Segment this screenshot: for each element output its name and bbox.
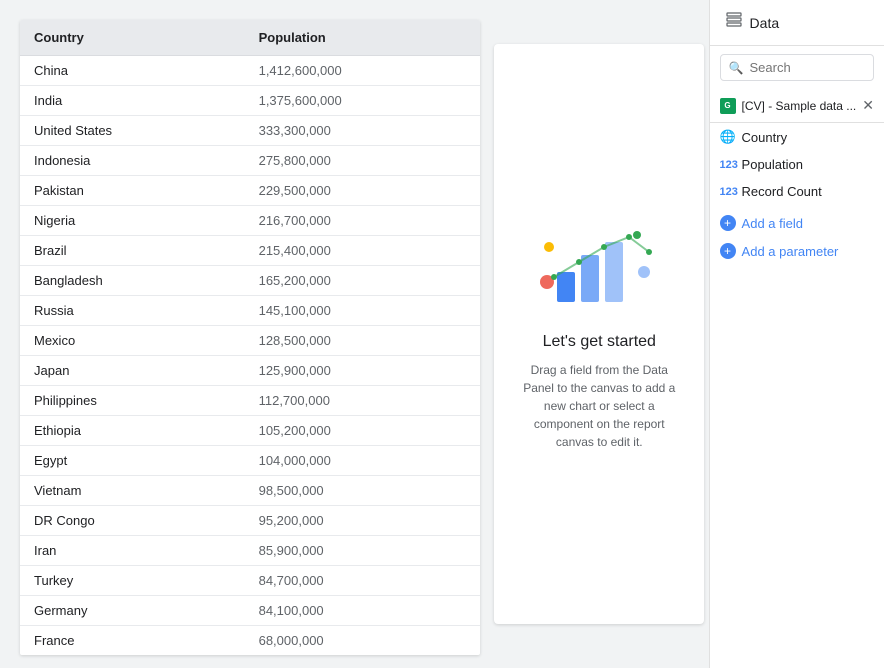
- table-row: DR Congo95,200,000: [20, 506, 480, 536]
- cell-country: Philippines: [20, 386, 245, 416]
- table-row: Germany84,100,000: [20, 596, 480, 626]
- cell-population: 215,400,000: [245, 236, 480, 266]
- cell-population: 84,700,000: [245, 566, 480, 596]
- cell-country: Egypt: [20, 446, 245, 476]
- cell-country: United States: [20, 116, 245, 146]
- data-panel-icon: [726, 12, 742, 33]
- data-source-item[interactable]: G [CV] - Sample data ... ✕: [710, 89, 884, 123]
- field-population[interactable]: 123 Population: [710, 151, 884, 178]
- cell-population: 229,500,000: [245, 176, 480, 206]
- cell-population: 1,412,600,000: [245, 56, 480, 86]
- add-field-icon: +: [720, 215, 736, 231]
- add-field-item[interactable]: + Add a field: [710, 209, 884, 237]
- table-row: France68,000,000: [20, 626, 480, 656]
- table-row: Ethiopia105,200,000: [20, 416, 480, 446]
- cell-country: Pakistan: [20, 176, 245, 206]
- cell-population: 125,900,000: [245, 356, 480, 386]
- numeric-icon-record-count: 123: [720, 186, 736, 198]
- cell-country: Turkey: [20, 566, 245, 596]
- cell-country: Japan: [20, 356, 245, 386]
- table-row: Nigeria216,700,000: [20, 206, 480, 236]
- cell-population: 216,700,000: [245, 206, 480, 236]
- left-panel: Country Population China1,412,600,000Ind…: [0, 0, 490, 668]
- cell-country: Iran: [20, 536, 245, 566]
- table-row: Mexico128,500,000: [20, 326, 480, 356]
- panel-header: Data: [710, 0, 884, 46]
- cell-population: 275,800,000: [245, 146, 480, 176]
- cell-country: Indonesia: [20, 146, 245, 176]
- table-row: Egypt104,000,000: [20, 446, 480, 476]
- add-parameter-icon: +: [720, 243, 736, 259]
- cell-population: 85,900,000: [245, 536, 480, 566]
- add-parameter-item[interactable]: + Add a parameter: [710, 237, 884, 265]
- table-row: Bangladesh165,200,000: [20, 266, 480, 296]
- get-started-title: Let's get started: [543, 333, 656, 351]
- right-panel: Data 🔍 G [CV] - Sample data ... ✕ 🌐 Coun…: [709, 0, 884, 668]
- canvas-area: Let's get started Drag a field from the …: [494, 44, 704, 624]
- cell-country: China: [20, 56, 245, 86]
- cell-country: Brazil: [20, 236, 245, 266]
- get-started-description: Drag a field from the Data Panel to the …: [514, 361, 684, 451]
- cell-population: 68,000,000: [245, 626, 480, 656]
- cell-population: 128,500,000: [245, 326, 480, 356]
- cell-country: Germany: [20, 596, 245, 626]
- globe-icon: 🌐: [720, 129, 736, 145]
- data-source-label: [CV] - Sample data ...: [742, 99, 857, 113]
- illustration-icon: [539, 217, 659, 317]
- cell-population: 1,375,600,000: [245, 86, 480, 116]
- table-row: Turkey84,700,000: [20, 566, 480, 596]
- cell-country: Nigeria: [20, 206, 245, 236]
- add-parameter-label: Add a parameter: [742, 244, 839, 259]
- field-label-country: Country: [742, 130, 788, 145]
- add-field-label: Add a field: [742, 216, 803, 231]
- cell-country: Ethiopia: [20, 416, 245, 446]
- table-row: Vietnam98,500,000: [20, 476, 480, 506]
- table-row: Brazil215,400,000: [20, 236, 480, 266]
- table-row: Russia145,100,000: [20, 296, 480, 326]
- cell-population: 333,300,000: [245, 116, 480, 146]
- table-row: Iran85,900,000: [20, 536, 480, 566]
- cell-population: 95,200,000: [245, 506, 480, 536]
- col-header-population: Population: [245, 20, 480, 56]
- cell-population: 112,700,000: [245, 386, 480, 416]
- cell-population: 105,200,000: [245, 416, 480, 446]
- table-container: Country Population China1,412,600,000Ind…: [20, 20, 480, 655]
- data-table: Country Population China1,412,600,000Ind…: [20, 20, 480, 655]
- field-record-count[interactable]: 123 Record Count: [710, 178, 884, 205]
- search-icon: 🔍: [729, 61, 744, 75]
- table-row: Japan125,900,000: [20, 356, 480, 386]
- search-input[interactable]: [750, 60, 866, 75]
- cell-country: Mexico: [20, 326, 245, 356]
- cell-country: Russia: [20, 296, 245, 326]
- numeric-icon-population: 123: [720, 159, 736, 171]
- col-header-country: Country: [20, 20, 245, 56]
- cell-country: France: [20, 626, 245, 656]
- panel-title: Data: [750, 15, 780, 31]
- cell-country: Bangladesh: [20, 266, 245, 296]
- cell-population: 165,200,000: [245, 266, 480, 296]
- table-row: Philippines112,700,000: [20, 386, 480, 416]
- google-sheets-icon: G: [720, 98, 736, 114]
- cell-population: 104,000,000: [245, 446, 480, 476]
- table-row: Pakistan229,500,000: [20, 176, 480, 206]
- table-row: United States333,300,000: [20, 116, 480, 146]
- cell-country: India: [20, 86, 245, 116]
- table-row: India1,375,600,000: [20, 86, 480, 116]
- cell-population: 98,500,000: [245, 476, 480, 506]
- cell-country: DR Congo: [20, 506, 245, 536]
- table-row: Indonesia275,800,000: [20, 146, 480, 176]
- field-country[interactable]: 🌐 Country: [710, 123, 884, 151]
- search-box[interactable]: 🔍: [720, 54, 874, 81]
- close-icon[interactable]: ✕: [862, 97, 874, 114]
- cell-population: 145,100,000: [245, 296, 480, 326]
- cell-country: Vietnam: [20, 476, 245, 506]
- cell-population: 84,100,000: [245, 596, 480, 626]
- table-row: China1,412,600,000: [20, 56, 480, 86]
- field-label-record-count: Record Count: [742, 184, 822, 199]
- field-label-population: Population: [742, 157, 803, 172]
- middle-panel: Let's get started Drag a field from the …: [490, 0, 709, 668]
